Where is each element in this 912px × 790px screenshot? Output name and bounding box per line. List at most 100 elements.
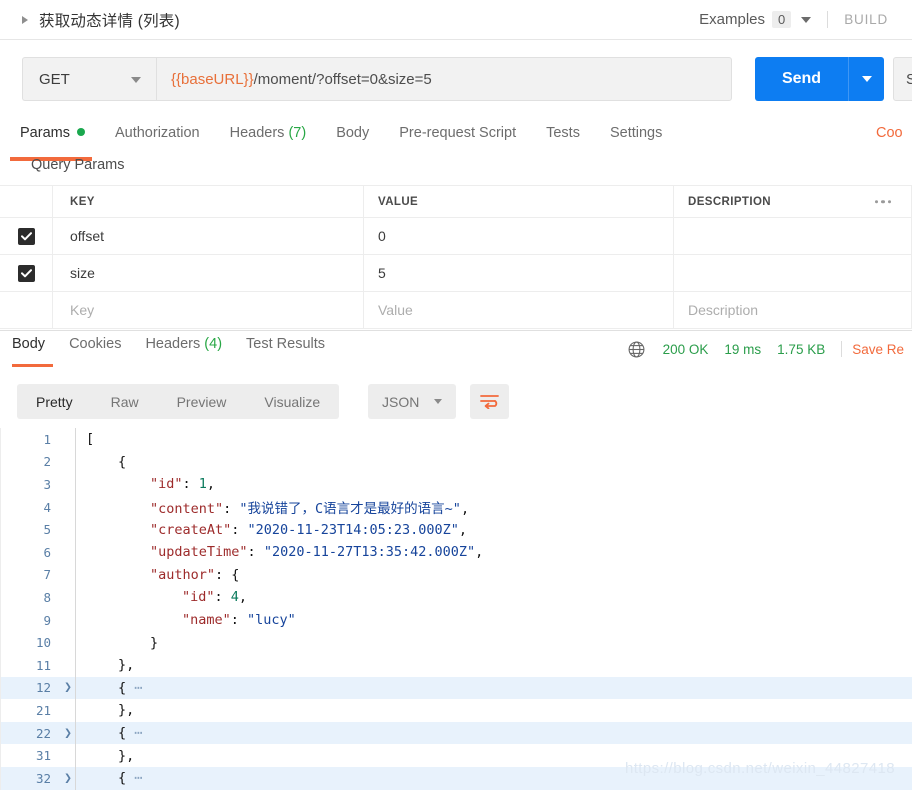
- tab-params-label: Params: [20, 125, 70, 141]
- token-p: ,: [460, 501, 470, 518]
- placeholder-checkbox-cell: [0, 292, 53, 328]
- line-number: 9: [43, 612, 51, 628]
- globe-icon[interactable]: [628, 341, 645, 358]
- build-button[interactable]: BUILD: [844, 12, 888, 27]
- code-line: 10}: [1, 631, 912, 654]
- status-code[interactable]: 200 OK: [663, 342, 709, 357]
- table-row: offset 0: [0, 217, 912, 255]
- row-value-cell[interactable]: 0: [364, 218, 674, 254]
- token-p: {: [118, 770, 127, 787]
- placeholder-key-cell[interactable]: Key: [53, 292, 364, 328]
- header-right-group: Examples 0 BUILD: [699, 0, 912, 39]
- view-mode-raw[interactable]: Raw: [92, 394, 158, 410]
- tab-tests[interactable]: Tests: [546, 125, 580, 141]
- line-number: 4: [43, 499, 51, 515]
- chevron-right-icon[interactable]: ❯: [61, 681, 75, 694]
- header-value-label: VALUE: [378, 195, 419, 208]
- view-mode-visualize[interactable]: Visualize: [245, 394, 339, 410]
- token-dots3: ⋯: [126, 770, 143, 787]
- cookies-link[interactable]: Coo: [876, 125, 903, 141]
- row-checkbox[interactable]: [17, 227, 35, 245]
- tab-pre-request-script[interactable]: Pre-request Script: [399, 125, 516, 141]
- token-p: :: [182, 476, 199, 493]
- row-value-cell[interactable]: 5: [364, 255, 674, 291]
- token-p: [: [86, 431, 95, 448]
- tab-authorization[interactable]: Authorization: [115, 125, 200, 141]
- url-input[interactable]: {{baseURL}}/moment/?offset=0&size=5: [156, 57, 732, 101]
- send-options-button[interactable]: [848, 57, 884, 101]
- line-number: 10: [35, 635, 51, 651]
- tab-body[interactable]: Body: [336, 125, 369, 141]
- row-key-cell[interactable]: offset: [53, 218, 364, 254]
- line-number: 1: [43, 431, 51, 447]
- code-line: 32 ❯{ ⋯: [1, 766, 912, 790]
- code-line: 7 "author": {: [1, 563, 912, 587]
- ellipsis-icon[interactable]: [874, 199, 891, 204]
- view-mode-pretty[interactable]: Pretty: [17, 394, 92, 410]
- query-params-table: KEY VALUE DESCRIPTION offset 0 size 5 Ke…: [0, 185, 912, 329]
- token-p: }: [150, 634, 159, 651]
- table-header-row: KEY VALUE DESCRIPTION: [0, 185, 912, 218]
- request-tabs: Params Authorization Headers (7) Body Pr…: [0, 125, 912, 161]
- tab-headers-label: Headers: [229, 125, 285, 141]
- response-active-tab-indicator: [12, 364, 53, 367]
- response-tab-cookies[interactable]: Cookies: [69, 336, 121, 352]
- send-button[interactable]: Send: [755, 57, 848, 101]
- response-time[interactable]: 19 ms: [724, 342, 761, 357]
- token-dots3: ⋯: [126, 725, 143, 742]
- chevron-down-icon: [131, 77, 141, 83]
- save-button[interactable]: Save: [893, 57, 912, 101]
- code-line: 22 ❯{ ⋯: [1, 721, 912, 745]
- examples-label[interactable]: Examples: [699, 11, 765, 28]
- save-response-button[interactable]: Save Re: [852, 342, 904, 357]
- tab-params[interactable]: Params: [20, 125, 85, 141]
- header-divider: [827, 11, 829, 28]
- token-p: ,: [458, 521, 468, 538]
- row-description-cell[interactable]: [674, 255, 912, 291]
- response-body-code[interactable]: 1[2{3 "id": 1, 4 "content": "我说错了，C语言才是最好的语…: [0, 428, 912, 790]
- token-s: "2020-11-23T14:05:23.000Z": [247, 521, 459, 538]
- code-line: 11},: [1, 653, 912, 677]
- token-s: "lucy": [247, 612, 296, 629]
- response-separator: [0, 330, 912, 331]
- tab-settings[interactable]: Settings: [610, 125, 662, 141]
- token-p: :: [230, 612, 248, 629]
- url-path: /moment/?offset=0&size=5: [253, 70, 432, 88]
- token-k: "name": [182, 612, 231, 629]
- code-line: 12 ❯{ ⋯: [1, 676, 912, 700]
- triangle-right-icon[interactable]: [22, 15, 28, 24]
- code-text: {: [76, 454, 126, 470]
- method-selector[interactable]: GET: [22, 57, 156, 101]
- placeholder-description-cell[interactable]: Description: [674, 292, 912, 328]
- word-wrap-button[interactable]: [470, 384, 509, 419]
- placeholder-key-text: Key: [70, 302, 95, 318]
- view-mode-preview[interactable]: Preview: [158, 394, 246, 410]
- unsaved-dot-icon: [76, 128, 85, 136]
- response-size[interactable]: 1.75 KB: [777, 342, 825, 357]
- view-mode-segmented-control: Pretty Raw Preview Visualize: [17, 384, 340, 419]
- code-line: 4 "content": "我说错了，C语言才是最好的语言~",: [1, 495, 912, 519]
- chevron-right-icon[interactable]: ❯: [61, 772, 75, 785]
- chevron-down-icon[interactable]: [801, 16, 812, 23]
- row-checkbox[interactable]: [17, 264, 35, 282]
- response-tab-test-results[interactable]: Test Results: [246, 336, 325, 352]
- placeholder-value-cell[interactable]: Value: [364, 292, 674, 328]
- language-selector[interactable]: JSON: [368, 384, 456, 419]
- token-n: 4: [230, 589, 239, 606]
- token-k: "content": [150, 501, 224, 518]
- header-description-label: DESCRIPTION: [688, 195, 771, 208]
- language-label: JSON: [382, 393, 420, 410]
- chevron-right-icon[interactable]: ❯: [61, 727, 75, 740]
- token-s: "我说错了，C语言才是最好的语言~": [239, 501, 461, 518]
- method-label: GET: [39, 70, 70, 88]
- line-number: 3: [43, 476, 51, 492]
- line-number: 31: [35, 748, 51, 764]
- response-tab-headers[interactable]: Headers (4): [145, 336, 222, 352]
- row-key-text: offset: [70, 228, 104, 244]
- row-key-cell[interactable]: size: [53, 255, 364, 291]
- response-view-toolbar: Pretty Raw Preview Visualize JSON: [0, 378, 912, 426]
- line-number: 22: [35, 725, 51, 741]
- row-description-cell[interactable]: [674, 218, 912, 254]
- tab-headers[interactable]: Headers (7): [230, 125, 307, 141]
- response-tab-body[interactable]: Body: [12, 336, 45, 352]
